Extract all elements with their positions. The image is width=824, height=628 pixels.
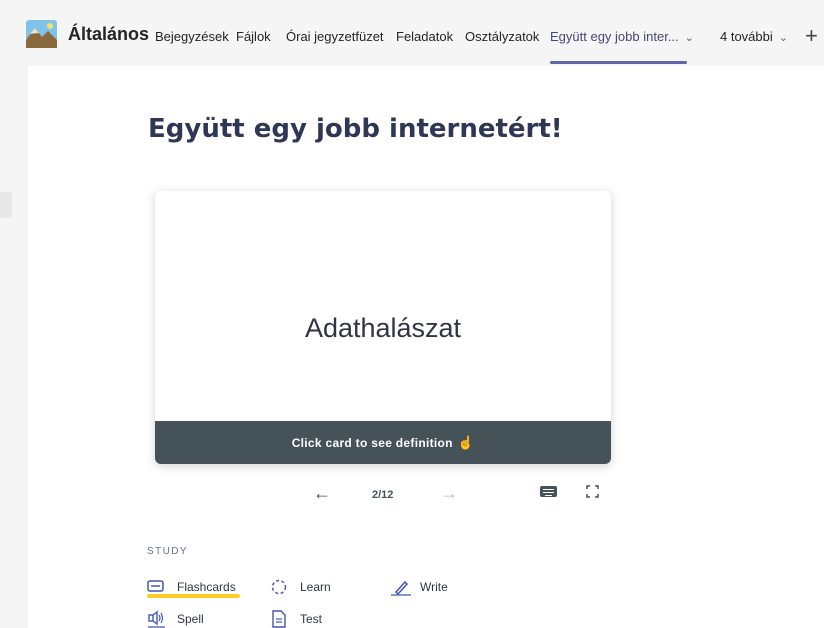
flashcards-icon: [147, 580, 164, 592]
chevron-down-icon[interactable]: ⌄: [685, 31, 694, 44]
arrow-right-icon[interactable]: →: [440, 483, 458, 504]
study-mode-learn[interactable]: Learn: [270, 578, 350, 596]
active-mode-indicator: [147, 594, 240, 598]
tab-fajlok[interactable]: Fájlok: [236, 29, 271, 44]
tab-osztalyzatok[interactable]: Osztályzatok: [465, 29, 539, 44]
tab-more[interactable]: 4 további ⌄: [720, 29, 788, 44]
study-mode-label: Spell: [177, 612, 204, 626]
tab-orai-jegyzetfuzet[interactable]: Órai jegyzetfüzet: [286, 29, 384, 44]
tab-more-label: 4 további: [720, 29, 773, 44]
arrow-left-icon[interactable]: ←: [313, 483, 331, 504]
study-mode-test[interactable]: Test: [270, 610, 350, 628]
channel-name: Általános: [68, 24, 150, 44]
study-mode-label: Learn: [300, 580, 331, 594]
test-icon: [272, 610, 286, 628]
tab-egyutt-egy-jobb-internetert[interactable]: Együtt egy jobb inter... ⌄: [550, 29, 694, 44]
tab-feladatok[interactable]: Feladatok: [396, 29, 453, 44]
study-section-label: STUDY: [147, 546, 188, 557]
add-tab-icon[interactable]: +: [805, 23, 818, 49]
study-mode-label: Test: [300, 612, 323, 626]
learn-icon: [271, 579, 287, 595]
study-mode-spell[interactable]: Spell: [147, 610, 227, 628]
write-icon: [391, 580, 411, 596]
active-tab-indicator: [550, 61, 687, 64]
chevron-down-icon: ⌄: [778, 32, 788, 44]
card-counter: 2/12: [372, 489, 394, 501]
study-mode-label: Write: [420, 580, 448, 594]
tab-bejegyzesek[interactable]: Bejegyzések: [155, 29, 229, 44]
channel-header: Általános Bejegyzések Fájlok Órai jegyze…: [0, 0, 824, 66]
side-panel-handle[interactable]: [0, 192, 12, 218]
team-avatar-icon[interactable]: [26, 20, 57, 48]
spell-icon: [148, 610, 165, 628]
keyboard-icon[interactable]: [540, 486, 557, 497]
study-mode-write[interactable]: Write: [390, 578, 470, 596]
page-title: Együtt egy jobb internetért!: [148, 114, 563, 144]
flashcard-hint-bar: Click card to see definition ☝: [155, 421, 611, 464]
flashcard-term: Adathalászat: [304, 313, 462, 343]
flashcard[interactable]: Adathalászat Click card to see definitio…: [155, 191, 611, 464]
study-mode-label: Flashcards: [177, 580, 236, 594]
flashcard-hint-text: Click card to see definition: [291, 436, 453, 450]
tab-label: Együtt egy jobb inter...: [550, 29, 679, 44]
fullscreen-icon[interactable]: [586, 485, 599, 498]
pointing-hand-icon: ☝: [457, 435, 475, 450]
